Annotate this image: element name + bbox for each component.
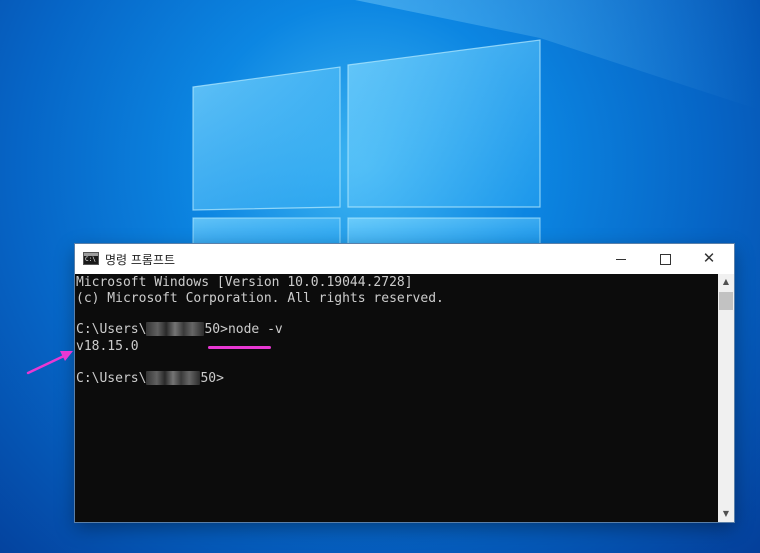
console-line-prompt-current: C:\Users\ 50> — [76, 371, 224, 387]
minimize-button[interactable] — [598, 244, 644, 274]
redacted-username — [146, 322, 205, 336]
prompt-path-prefix: C:\Users\ — [76, 322, 147, 337]
minimize-icon — [616, 259, 626, 260]
prompt-path-suffix: 50> — [204, 322, 228, 337]
console-line-copyright: (c) Microsoft Corporation. All rights re… — [76, 291, 444, 306]
console-line-version: Microsoft Windows [Version 10.0.19044.27… — [76, 275, 413, 290]
desktop-background: C:\ 명령 프롬프트 ✕ Microsoft Windows [Version… — [0, 0, 760, 553]
scroll-up-arrow-icon[interactable]: ▲ — [718, 274, 734, 290]
window-title: 명령 프롬프트 — [105, 253, 176, 267]
console-line-output: v18.15.0 — [76, 339, 139, 354]
scroll-thumb[interactable] — [719, 292, 733, 310]
maximize-button[interactable] — [642, 244, 688, 274]
console-line-prompt-command: C:\Users\ 50>node -v — [76, 322, 283, 338]
redacted-username — [146, 371, 201, 385]
scroll-down-arrow-icon[interactable]: ▼ — [718, 506, 734, 522]
maximize-icon — [660, 254, 671, 265]
terminal-icon: C:\ — [83, 252, 99, 265]
window-titlebar[interactable]: C:\ 명령 프롬프트 ✕ — [75, 244, 734, 274]
console-output[interactable]: Microsoft Windows [Version 10.0.19044.27… — [75, 274, 718, 522]
prompt-path-suffix: 50> — [200, 371, 224, 386]
command-underline-annotation — [208, 346, 271, 349]
command-prompt-window[interactable]: C:\ 명령 프롬프트 ✕ Microsoft Windows [Version… — [75, 244, 734, 522]
terminal-icon-label: C:\ — [85, 256, 96, 263]
close-icon: ✕ — [702, 249, 716, 267]
vertical-scrollbar[interactable]: ▲ ▼ — [718, 274, 734, 522]
prompt-path-prefix: C:\Users\ — [76, 371, 147, 386]
close-button[interactable]: ✕ — [686, 244, 732, 274]
typed-command: node -v — [227, 322, 283, 337]
